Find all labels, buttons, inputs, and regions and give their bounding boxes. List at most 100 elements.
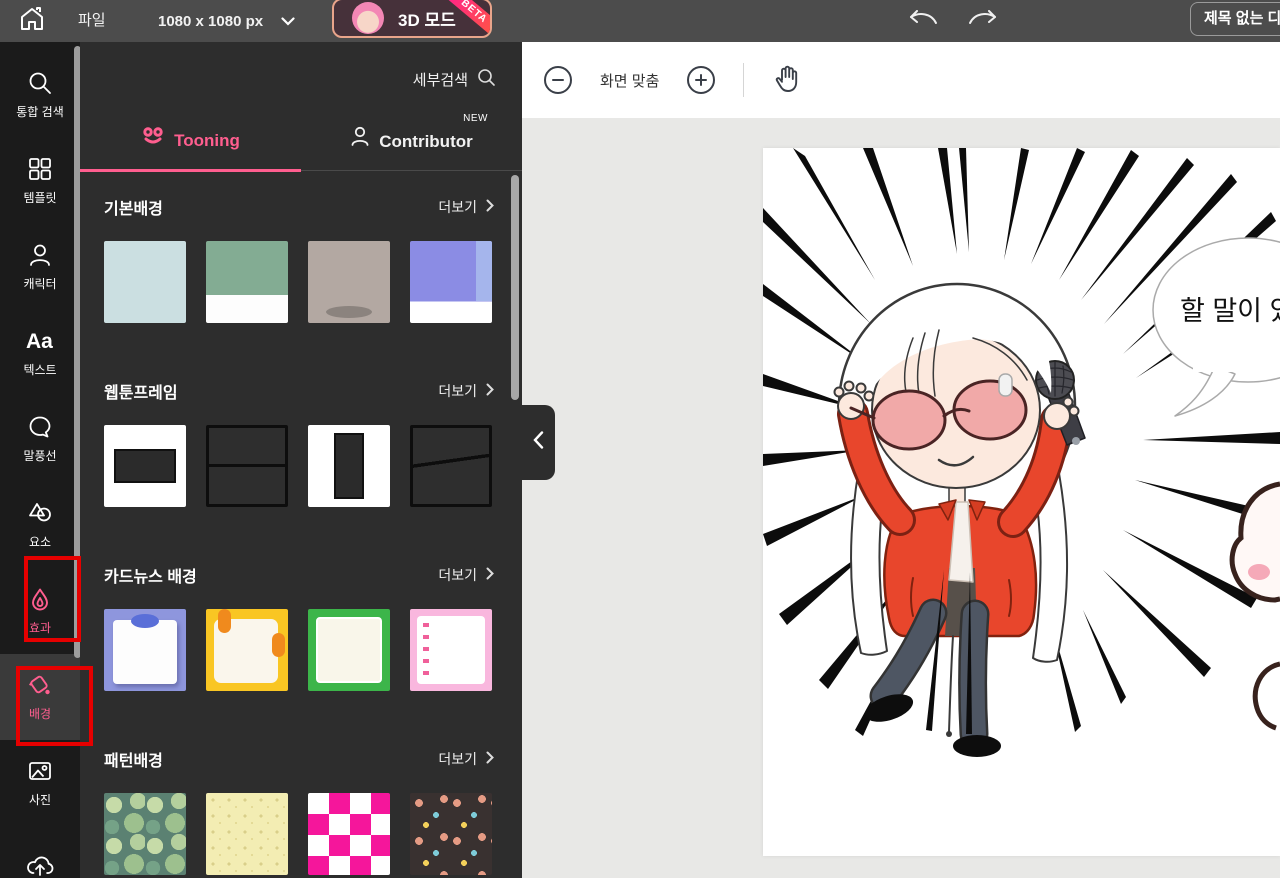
sidebar-item-label: 통합 검색 bbox=[16, 105, 64, 119]
upload-icon bbox=[26, 853, 54, 878]
partial-character[interactable] bbox=[1229, 481, 1280, 731]
background-icon bbox=[27, 672, 53, 698]
more-label: 더보기 bbox=[438, 567, 477, 583]
thumbnail-taupe-room[interactable] bbox=[308, 241, 390, 323]
canvas-size-dropdown[interactable]: 1080 x 1080 px bbox=[158, 0, 295, 42]
thumbnail-confetti-pattern[interactable] bbox=[410, 793, 492, 875]
search-icon bbox=[477, 68, 496, 91]
sidebar-item-effects[interactable]: 효과 bbox=[0, 568, 80, 654]
sidebar-item-elements[interactable]: 요소 bbox=[0, 482, 80, 568]
sidebar-item-speech-bubble[interactable]: 말풍선 bbox=[0, 396, 80, 482]
panel-scrollbar[interactable] bbox=[511, 175, 519, 400]
sidebar-item-label: 말풍선 bbox=[23, 449, 57, 463]
panel-collapse-button[interactable] bbox=[522, 405, 555, 480]
section-title: 기본배경 bbox=[104, 201, 163, 218]
sidebar-item-text[interactable]: Aa 텍스트 bbox=[0, 310, 80, 396]
chevron-down-icon bbox=[281, 13, 295, 30]
detail-search-button[interactable]: 세부검색 bbox=[80, 42, 522, 91]
chevron-right-icon bbox=[486, 751, 494, 767]
file-menu[interactable]: 파일 bbox=[78, 0, 106, 42]
thumbnail-wavy-checker[interactable] bbox=[308, 793, 390, 875]
fit-screen-label[interactable]: 화면 맞춤 bbox=[600, 70, 659, 91]
zoom-out-button[interactable] bbox=[544, 66, 572, 94]
undo-button[interactable] bbox=[902, 0, 946, 42]
more-label: 더보기 bbox=[438, 383, 477, 399]
top-bar: 파일 1080 x 1080 px 3D 모드 BETA 제목 없는 디자 bbox=[0, 0, 1280, 42]
thumbnail-green-frame-note[interactable] bbox=[308, 609, 390, 691]
canvas-toolbar: 화면 맞춤 bbox=[522, 42, 1280, 118]
chevron-left-icon bbox=[533, 431, 544, 454]
tab-contributor[interactable]: Contributor NEW bbox=[301, 99, 522, 170]
thumbnail-sticky-note[interactable] bbox=[104, 609, 186, 691]
thumbnail-vertical-panel[interactable] bbox=[308, 425, 390, 507]
chevron-right-icon bbox=[486, 567, 494, 583]
templates-icon bbox=[27, 156, 53, 182]
sidebar-item-background[interactable]: 배경 bbox=[0, 654, 80, 740]
speech-bubble[interactable]: 할 말이 있 bbox=[1152, 237, 1280, 417]
more-link[interactable]: 더보기 bbox=[438, 749, 494, 769]
redo-button[interactable] bbox=[960, 0, 1004, 42]
thumbnail-green-wall-room[interactable] bbox=[206, 241, 288, 323]
3d-mode-button[interactable]: 3D 모드 BETA bbox=[332, 0, 492, 38]
tooning-logo-icon bbox=[141, 124, 165, 151]
home-icon bbox=[18, 5, 46, 38]
hand-icon bbox=[776, 65, 798, 92]
thumbnail-horizontal-panel[interactable] bbox=[104, 425, 186, 507]
tab-tooning[interactable]: Tooning bbox=[80, 99, 301, 172]
home-button[interactable] bbox=[0, 0, 64, 42]
section-cardnews-backgrounds: 카드뉴스 배경 더보기 bbox=[104, 563, 494, 691]
thumbnail-forest-pattern[interactable] bbox=[104, 793, 186, 875]
thumbnail-diagonal-panel[interactable] bbox=[410, 425, 492, 507]
minus-icon bbox=[552, 79, 564, 81]
sidebar-item-photo[interactable]: 사진 bbox=[0, 740, 80, 826]
chevron-right-icon bbox=[486, 383, 494, 399]
more-link[interactable]: 더보기 bbox=[438, 197, 494, 217]
panel-tabs: Tooning Contributor NEW bbox=[80, 99, 522, 172]
sidebar-item-label: 배경 bbox=[28, 707, 52, 721]
speech-bubble-text: 할 말이 있 bbox=[1180, 296, 1280, 326]
section-title: 카드뉴스 배경 bbox=[104, 569, 197, 586]
sidebar-item-label: 효과 bbox=[28, 621, 52, 635]
section-pattern-backgrounds: 패턴배경 더보기 bbox=[104, 747, 494, 875]
document-title-field[interactable]: 제목 없는 디자 bbox=[1190, 2, 1280, 36]
effects-icon bbox=[27, 586, 53, 612]
character-icon bbox=[27, 242, 53, 268]
sidebar-item-character[interactable]: 캐릭터 bbox=[0, 224, 80, 310]
chevron-right-icon bbox=[486, 199, 494, 215]
thumbnail-dot-pattern[interactable] bbox=[206, 793, 288, 875]
plus-icon bbox=[695, 74, 708, 86]
thumbnail-mint-room[interactable] bbox=[104, 241, 186, 323]
sidebar-item-templates[interactable]: 템플릿 bbox=[0, 138, 80, 224]
toolbar-divider bbox=[743, 63, 745, 97]
sidebar-item-search[interactable]: 통합 검색 bbox=[0, 52, 80, 138]
sidebar-item-label: 템플릿 bbox=[23, 191, 57, 205]
main-sidebar: 통합 검색 템플릿 캐릭터 Aa 텍스트 말풍선 요소 효과 배경 사진 bbox=[0, 42, 80, 878]
sidebar-item-label: 사진 bbox=[28, 793, 52, 807]
3d-mode-label: 3D 모드 bbox=[398, 10, 456, 30]
hand-tool-button[interactable] bbox=[772, 63, 800, 98]
thumbnail-two-row-panel[interactable] bbox=[206, 425, 288, 507]
thumbnail-yellow-note[interactable] bbox=[206, 609, 288, 691]
more-label: 더보기 bbox=[438, 199, 477, 215]
tab-contributor-label: Contributor bbox=[379, 132, 473, 151]
section-title: 패턴배경 bbox=[104, 753, 163, 770]
elements-icon bbox=[27, 500, 53, 526]
section-basic-backgrounds: 기본배경 더보기 bbox=[104, 195, 494, 323]
3d-character-avatar bbox=[352, 2, 384, 34]
thumbnail-pink-spiral-note[interactable] bbox=[410, 609, 492, 691]
singing-character[interactable] bbox=[833, 282, 1086, 757]
undo-icon bbox=[909, 9, 939, 33]
section-webtoon-frames: 웹툰프레임 더보기 bbox=[104, 379, 494, 507]
sidebar-item-upload[interactable] bbox=[0, 826, 80, 878]
photo-icon bbox=[27, 758, 53, 784]
canvas-size-value: 1080 x 1080 px bbox=[158, 12, 264, 30]
zoom-in-button[interactable] bbox=[687, 66, 716, 94]
more-link[interactable]: 더보기 bbox=[438, 565, 494, 585]
more-link[interactable]: 더보기 bbox=[438, 381, 494, 401]
thumbnail-purple-room[interactable] bbox=[410, 241, 492, 323]
detail-search-label: 세부검색 bbox=[412, 72, 468, 89]
webtoon-illustration: 할 말이 있 bbox=[763, 148, 1280, 757]
design-page[interactable]: 할 말이 있 bbox=[763, 148, 1280, 856]
asset-panel: 세부검색 Tooning Contributor NEW 기본배경 더보기 웹툰… bbox=[80, 42, 522, 878]
canvas-area: 화면 맞춤 할 말이 bbox=[522, 42, 1280, 878]
